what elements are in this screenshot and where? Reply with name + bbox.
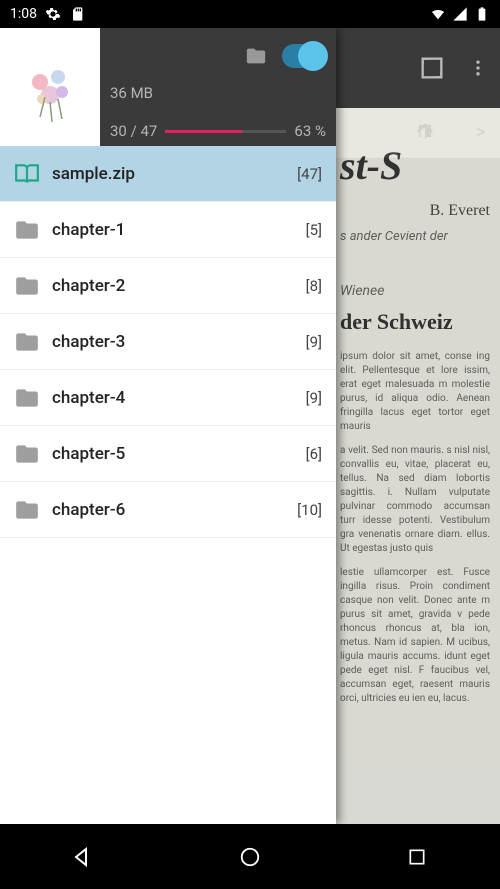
- doc-para: lestie ullamcorper est. Fusce ingilla ri…: [340, 566, 490, 706]
- progress-bar[interactable]: [165, 130, 286, 133]
- status-bar: 1:08: [0, 0, 500, 28]
- list-item-count: [9]: [306, 389, 322, 407]
- list-item-count: [10]: [297, 501, 322, 519]
- system-nav-bar: [0, 824, 500, 889]
- list-item-label: chapter-1: [52, 220, 294, 240]
- gear-icon: [45, 6, 61, 22]
- file-size: 36 MB: [110, 84, 326, 102]
- sd-icon: [69, 6, 85, 22]
- progress-fill: [165, 130, 241, 133]
- doc-para: a velit. Sed non mauris. s nisl nisl, co…: [340, 444, 490, 556]
- list-item-label: sample.zip: [52, 164, 285, 184]
- list-item-count: [9]: [306, 333, 322, 351]
- doc-author-fragment: B. Everet: [340, 200, 490, 222]
- list-item[interactable]: chapter-2 [8]: [0, 258, 336, 314]
- doc-subtitle-fragment: s ander Cevient der: [340, 228, 490, 246]
- fullscreen-icon[interactable]: [416, 52, 448, 84]
- list-item[interactable]: sample.zip [47]: [0, 146, 336, 202]
- home-button[interactable]: [236, 843, 264, 871]
- list-item-label: chapter-3: [52, 332, 294, 352]
- back-button[interactable]: [69, 843, 97, 871]
- list-item[interactable]: chapter-5 [6]: [0, 426, 336, 482]
- book-open-icon: [14, 161, 40, 187]
- list-item-count: [8]: [306, 277, 322, 295]
- progress-row: 30 / 47 63 %: [110, 122, 326, 140]
- battery-icon: [474, 6, 490, 22]
- list-item[interactable]: chapter-6 [10]: [0, 482, 336, 538]
- folder-icon: [14, 217, 40, 243]
- signal-icon: [452, 6, 468, 22]
- folder-icon: [14, 497, 40, 523]
- folder-icon: [14, 441, 40, 467]
- list-item-count: [5]: [306, 221, 322, 239]
- navigation-drawer: 36 MB 30 / 47 63 % sample.zip [47] chapter…: [0, 28, 336, 824]
- list-item-label: chapter-2: [52, 276, 294, 296]
- drawer-toggle[interactable]: [282, 44, 326, 68]
- folder-icon[interactable]: [242, 45, 270, 67]
- doc-section-title: der Schweiz: [340, 307, 490, 338]
- list-item[interactable]: chapter-4 [9]: [0, 370, 336, 426]
- toggle-knob: [298, 41, 328, 71]
- progress-count: 30 / 47: [110, 122, 157, 140]
- list-item-count: [6]: [306, 445, 322, 463]
- list-item-label: chapter-5: [52, 444, 294, 464]
- list-item-label: chapter-4: [52, 388, 294, 408]
- drawer-header: 36 MB 30 / 47 63 %: [0, 28, 336, 146]
- status-time: 1:08: [10, 6, 37, 22]
- main-container: > st-S B. Everet s ander Cevient der Wie…: [0, 28, 500, 824]
- folder-icon: [14, 273, 40, 299]
- doc-para: ipsum dolor sit amet, conse ing elit. Pe…: [340, 350, 490, 434]
- overflow-menu-icon[interactable]: [468, 52, 488, 84]
- list-item-count: [47]: [297, 165, 322, 183]
- file-list[interactable]: sample.zip[47]chapter-1[5]chapter-2[8]ch…: [0, 146, 336, 824]
- list-item[interactable]: chapter-1 [5]: [0, 202, 336, 258]
- folder-icon: [14, 329, 40, 355]
- list-item[interactable]: chapter-3 [9]: [0, 314, 336, 370]
- recent-apps-button[interactable]: [403, 843, 431, 871]
- doc-title-fragment: st-S: [340, 138, 490, 194]
- list-item-label: chapter-6: [52, 500, 285, 520]
- progress-percent: 63 %: [294, 122, 326, 140]
- doc-section-name: Wienee: [340, 282, 490, 302]
- book-thumbnail[interactable]: [0, 28, 100, 146]
- folder-icon: [14, 385, 40, 411]
- wifi-icon: [430, 6, 446, 22]
